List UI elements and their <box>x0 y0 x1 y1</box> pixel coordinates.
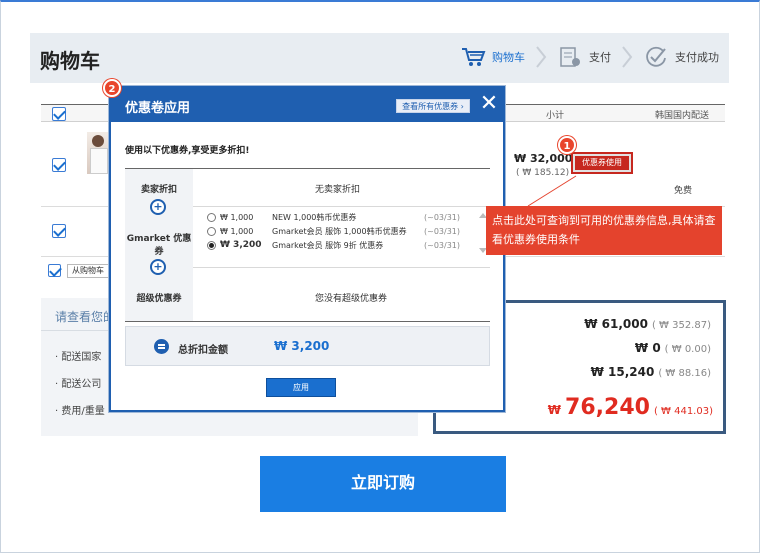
summary-row-shipping: ₩ 15,240( ₩ 88.16) <box>591 365 711 379</box>
gmarket-coupon-label: Gmarket 优惠券 <box>126 234 192 257</box>
step-cart: 购物车 <box>460 45 549 69</box>
coupon-tooltip: 点击此处可查询到可用的优惠券信息,具体请查看优惠券使用条件 <box>486 206 722 255</box>
step-badge-1: 1 <box>558 136 576 154</box>
step-badge-2: 2 <box>103 79 121 97</box>
seller-discount-value: 无卖家折扣 <box>315 185 361 195</box>
summary-amount: ₩ 15,240 <box>590 365 655 379</box>
total-discount-amount: ₩ 3,200 <box>274 339 330 353</box>
equals-icon <box>154 339 169 354</box>
info-line-country: · 配送国家 <box>55 352 102 363</box>
item-checkbox[interactable] <box>52 158 66 172</box>
summary-amount: ₩ 61,000 <box>584 317 648 331</box>
close-icon[interactable]: ✕ <box>478 93 500 115</box>
total-currency: ₩ <box>547 403 562 417</box>
chevron-right-icon <box>622 46 633 68</box>
callout-connector <box>527 175 577 207</box>
coupon-radio[interactable] <box>207 212 216 222</box>
divider <box>193 206 490 207</box>
order-now-button[interactable]: 立即订购 <box>260 456 506 512</box>
cart-icon <box>462 48 486 66</box>
modal-title: 优惠卷应用 <box>125 101 191 116</box>
step-cart-label: 购物车 <box>492 51 525 64</box>
modal-header: 优惠卷应用 查看所有优惠券 › ✕ <box>111 88 503 122</box>
summary-usd: ( ₩ 88.16) <box>658 368 711 379</box>
summary-total: ₩76,240( ₩ 441.03) <box>548 395 713 420</box>
group-checkbox[interactable] <box>52 224 66 238</box>
super-coupon-value: 您没有超级优惠券 <box>315 294 388 304</box>
step-success-label: 支付成功 <box>675 51 719 64</box>
info-line-carrier: · 配送公司 <box>55 379 102 390</box>
summary-row-discount: ₩ 0( ₩ 0.00) <box>635 341 711 355</box>
chevron-right-icon <box>536 46 547 68</box>
modal-intro-text: 使用以下优惠券,享受更多折扣! <box>125 146 250 156</box>
coupon-amount: ₩ 3,200 <box>220 240 262 250</box>
coupon-grid: 卖家折扣 + Gmarket 优惠券 + 超级优惠券 无卖家折扣 ₩ 1,000… <box>125 168 490 322</box>
apply-button[interactable]: 应用 <box>266 378 336 397</box>
shipping-free-text: 免费 <box>674 186 693 196</box>
view-all-coupons-button[interactable]: 查看所有优惠券 › <box>396 99 470 113</box>
shipping-header: 韩国国内配送 <box>655 111 710 121</box>
use-coupon-button[interactable]: 优惠券使用 <box>571 152 633 174</box>
info-title: 请查看您的 <box>55 310 116 324</box>
plus-icon: + <box>150 199 166 215</box>
product-thumbnail[interactable] <box>87 132 109 174</box>
coupon-desc: NEW 1,000韩币优惠券 <box>272 212 357 222</box>
coupon-option[interactable]: ₩ 1,000 NEW 1,000韩币优惠券 (~03/31) <box>207 211 460 223</box>
step-success: 支付成功 <box>643 45 719 69</box>
coupon-desc: Gmarket会员 服饰 9折 优惠券 <box>272 240 384 250</box>
summary-amount: ₩ 0 <box>634 341 661 355</box>
total-discount-label: 总折扣金额 <box>178 345 228 356</box>
coupon-amount: ₩ 1,000 <box>220 226 254 236</box>
coupon-option-selected[interactable]: ₩ 3,200 Gmarket会员 服饰 9折 优惠券 (~03/31) <box>207 239 460 251</box>
coupon-radio-selected[interactable] <box>207 240 216 250</box>
plus-icon: + <box>150 259 166 275</box>
from-cart-checkbox[interactable] <box>48 264 61 277</box>
coupon-desc: Gmarket会员 服饰 1,000韩币优惠券 <box>272 226 407 236</box>
step-payment: 支付 <box>557 45 635 69</box>
select-all-checkbox[interactable] <box>52 107 66 121</box>
total-discount-box: 总折扣金额 ₩ 3,200 <box>125 326 490 366</box>
coupon-date: (~03/31) <box>424 240 460 250</box>
summary-row-products: ₩ 61,000( ₩ 352.87) <box>584 317 711 331</box>
step-payment-label: 支付 <box>589 51 611 64</box>
cart-header: 购物车 购物车 支付 支付成功 <box>30 33 729 83</box>
coupon-date: (~03/31) <box>424 212 460 222</box>
page-title: 购物车 <box>40 49 100 73</box>
summary-usd: ( ₩ 0.00) <box>664 344 711 355</box>
subtotal-header: 小计 <box>546 111 565 121</box>
seller-discount-label: 卖家折扣 <box>140 185 177 195</box>
total-amount: 76,240 <box>565 395 650 420</box>
coupon-modal: 优惠卷应用 查看所有优惠券 › ✕ 使用以下优惠券,享受更多折扣! 卖家折扣 +… <box>109 86 505 412</box>
coupon-date: (~03/31) <box>424 226 460 236</box>
payment-icon <box>560 47 580 67</box>
summary-usd: ( ₩ 352.87) <box>651 320 711 331</box>
total-usd: ( ₩ 441.03) <box>653 406 713 417</box>
coupon-radio[interactable] <box>207 226 216 236</box>
info-line-fee: · 费用/重量 <box>55 406 105 417</box>
checkout-steps: 购物车 支付 支付成功 <box>452 45 719 69</box>
coupon-option[interactable]: ₩ 1,000 Gmarket会员 服饰 1,000韩币优惠券 (~03/31) <box>207 225 460 237</box>
divider <box>193 267 490 268</box>
super-coupon-label: 超级优惠券 <box>136 294 182 304</box>
success-icon <box>646 46 666 67</box>
coupon-amount: ₩ 1,000 <box>220 212 254 222</box>
item-price: ₩ 32,000 <box>514 152 573 165</box>
